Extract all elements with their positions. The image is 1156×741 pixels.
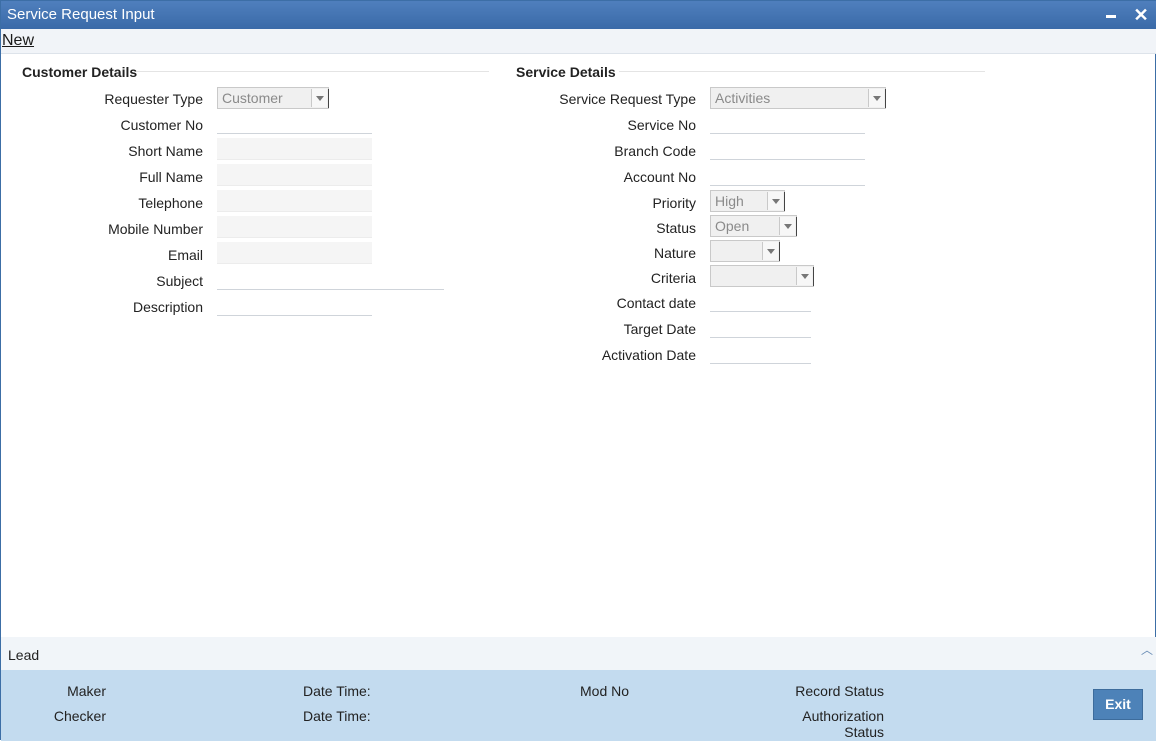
status-label: Status — [656, 220, 696, 236]
exit-button[interactable]: Exit — [1093, 689, 1143, 720]
requester-type-value: Customer — [222, 90, 283, 106]
email-input[interactable] — [217, 242, 372, 264]
authorization-status-label: Status — [844, 724, 884, 740]
subject-label: Subject — [156, 273, 203, 289]
minimize-icon[interactable] — [1101, 5, 1121, 25]
chevron-down-icon — [762, 242, 780, 261]
audit-footer: Maker Date Time: Mod No Record Status Ch… — [1, 670, 1156, 741]
nature-select[interactable] — [710, 240, 780, 262]
mod-no-label: Mod No — [580, 683, 630, 699]
short-name-input[interactable] — [217, 138, 372, 160]
record-status-label: Record Status — [795, 683, 884, 699]
authorization-status-label: Authorization — [802, 708, 884, 724]
status-value: Open — [715, 218, 750, 234]
customer-no-input[interactable] — [217, 112, 372, 134]
customer-no-label: Customer No — [120, 117, 203, 133]
window-title: Service Request Input — [7, 6, 155, 23]
checker-label: Checker — [53, 708, 106, 724]
requester-type-label: Requester Type — [104, 91, 203, 107]
description-input[interactable] — [217, 294, 372, 316]
activation-date-label: Activation Date — [601, 347, 696, 363]
account-no-input[interactable] — [710, 164, 865, 186]
maker-label: Maker — [67, 683, 106, 699]
chevron-down-icon — [767, 192, 785, 211]
lead-bar: Lead ︿ — [1, 637, 1156, 670]
service-request-type-value: Activities — [715, 90, 771, 106]
chevron-down-icon — [311, 89, 329, 108]
mobile-number-label: Mobile Number — [108, 221, 203, 237]
chevron-up-icon[interactable]: ︿ — [1141, 641, 1153, 658]
telephone-label: Telephone — [138, 195, 203, 211]
chevron-down-icon — [868, 89, 886, 108]
lead-label[interactable]: Lead — [8, 647, 39, 663]
service-request-window: Service Request Input ✕ New Customer Det… — [0, 0, 1156, 741]
service-no-input[interactable] — [710, 112, 865, 134]
service-no-label: Service No — [627, 117, 696, 133]
service-request-type-label: Service Request Type — [559, 91, 696, 107]
full-name-label: Full Name — [139, 169, 203, 185]
target-date-input[interactable] — [710, 316, 811, 338]
criteria-select[interactable] — [710, 265, 814, 287]
target-date-label: Target Date — [623, 321, 696, 337]
title-bar: Service Request Input ✕ — [1, 1, 1156, 29]
requester-type-select[interactable]: Customer — [217, 87, 329, 109]
description-label: Description — [132, 299, 203, 315]
status-select[interactable]: Open — [710, 215, 797, 237]
section-divider — [137, 71, 489, 72]
service-request-type-select[interactable]: Activities — [710, 87, 886, 109]
contact-date-label: Contact date — [616, 295, 696, 311]
branch-code-label: Branch Code — [614, 143, 696, 159]
criteria-label: Criteria — [650, 270, 696, 286]
email-label: Email — [167, 247, 203, 263]
short-name-label: Short Name — [128, 143, 203, 159]
chevron-down-icon — [779, 217, 797, 236]
section-divider — [619, 71, 985, 72]
priority-value: High — [715, 193, 744, 209]
priority-label: Priority — [652, 195, 696, 211]
service-details-title: Service Details — [516, 64, 616, 80]
date-time-label: Date Time: — [303, 708, 371, 724]
contact-date-input[interactable] — [710, 290, 811, 312]
customer-details-title: Customer Details — [22, 64, 138, 80]
chevron-down-icon — [796, 267, 814, 286]
nature-label: Nature — [653, 245, 696, 261]
branch-code-input[interactable] — [710, 138, 865, 160]
priority-select[interactable]: High — [710, 190, 785, 212]
activation-date-input[interactable] — [710, 342, 811, 364]
full-name-input[interactable] — [217, 164, 372, 186]
new-link[interactable]: New — [2, 32, 34, 50]
toolbar: New — [1, 29, 1156, 54]
close-icon[interactable]: ✕ — [1131, 5, 1151, 25]
subject-input[interactable] — [217, 268, 444, 290]
date-time-label: Date Time: — [303, 683, 371, 699]
mobile-number-input[interactable] — [217, 216, 372, 238]
account-no-label: Account No — [623, 169, 696, 185]
telephone-input[interactable] — [217, 190, 372, 212]
